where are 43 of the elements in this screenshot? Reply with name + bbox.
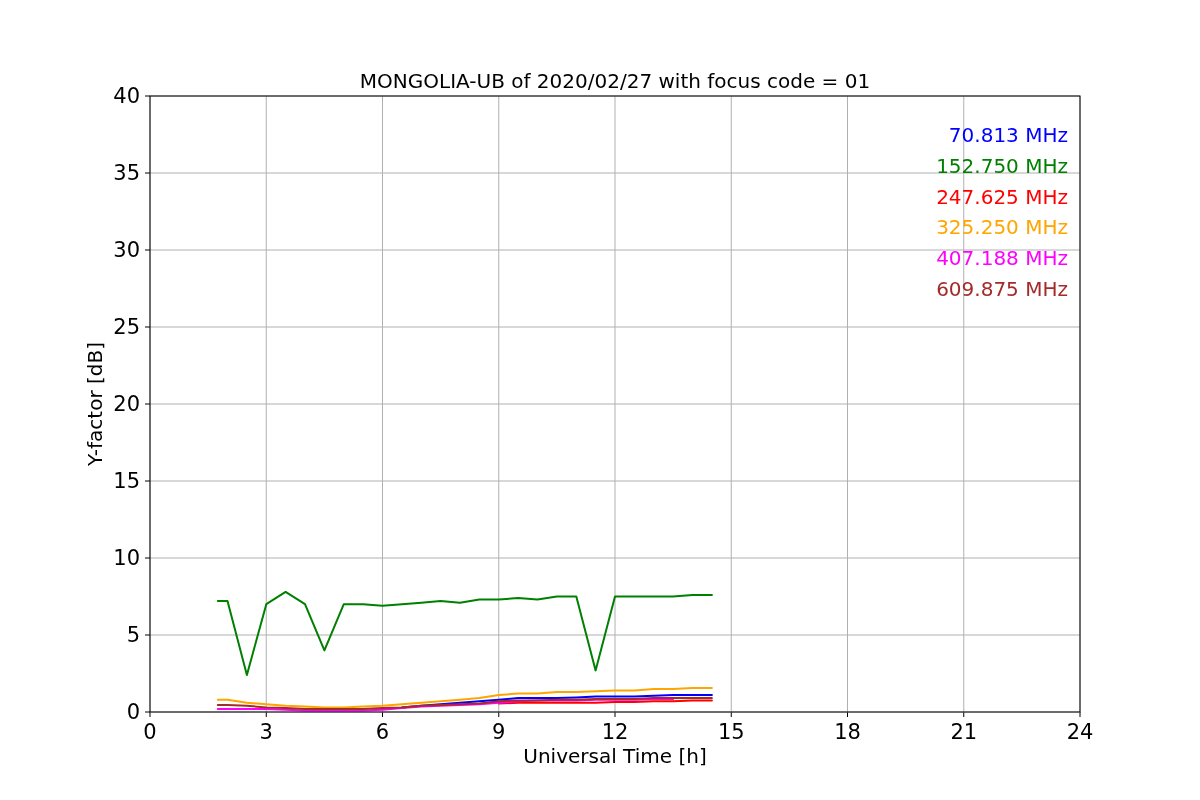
tick-mark bbox=[144, 403, 151, 405]
y-axis-label: Y-factor [dB] bbox=[83, 342, 107, 466]
x-tick-label: 15 bbox=[717, 720, 745, 744]
legend-label: 325.250 MHz bbox=[936, 215, 1068, 240]
y-tick-label: 15 bbox=[113, 469, 140, 493]
y-tick-label: 10 bbox=[113, 546, 140, 570]
y-tick-label: 25 bbox=[113, 315, 140, 339]
tick-mark bbox=[144, 95, 151, 97]
x-tick-label: 24 bbox=[1066, 720, 1094, 744]
tick-mark bbox=[847, 711, 848, 718]
tick-mark bbox=[265, 711, 267, 718]
tick-mark bbox=[144, 249, 151, 251]
tick-mark bbox=[144, 480, 151, 482]
tick-mark bbox=[1079, 711, 1081, 718]
y-tick-label: 0 bbox=[126, 700, 140, 724]
legend-label: 152.750 MHz bbox=[936, 153, 1068, 178]
legend-label: 70.813 MHz bbox=[948, 123, 1068, 147]
x-tick-label: 3 bbox=[259, 720, 273, 744]
y-tick-label: 30 bbox=[113, 238, 140, 262]
legend-label: 247.625 MHz bbox=[936, 184, 1068, 209]
chart-title: MONGOLIA-UB of 2020/02/27 with focus code = 01 bbox=[359, 69, 871, 93]
x-tick-label: 6 bbox=[375, 720, 390, 744]
x-axis-label: Universal Time [h] bbox=[523, 744, 707, 768]
x-tick-label: 12 bbox=[601, 720, 629, 744]
tick-mark bbox=[963, 711, 965, 718]
tick-mark bbox=[144, 634, 151, 636]
tick-mark bbox=[144, 557, 151, 559]
tick-mark bbox=[730, 711, 732, 718]
tick-mark bbox=[382, 711, 383, 718]
y-tick-label: 5 bbox=[126, 623, 140, 647]
x-tick-label: 21 bbox=[950, 720, 978, 744]
tick-mark bbox=[144, 326, 151, 328]
tick-mark bbox=[498, 711, 500, 718]
x-tick-label: 18 bbox=[834, 720, 861, 744]
legend-label: 609.875 MHz bbox=[936, 277, 1068, 301]
legend-label: 407.188 MHz bbox=[936, 246, 1068, 271]
tick-mark bbox=[614, 711, 616, 718]
x-tick-label: 9 bbox=[492, 720, 506, 744]
y-tick-label: 40 bbox=[113, 84, 140, 108]
y-tick-label: 35 bbox=[113, 161, 140, 185]
tick-mark bbox=[144, 172, 151, 174]
y-tick-label: 20 bbox=[113, 392, 140, 416]
x-tick-label: 0 bbox=[143, 720, 157, 744]
